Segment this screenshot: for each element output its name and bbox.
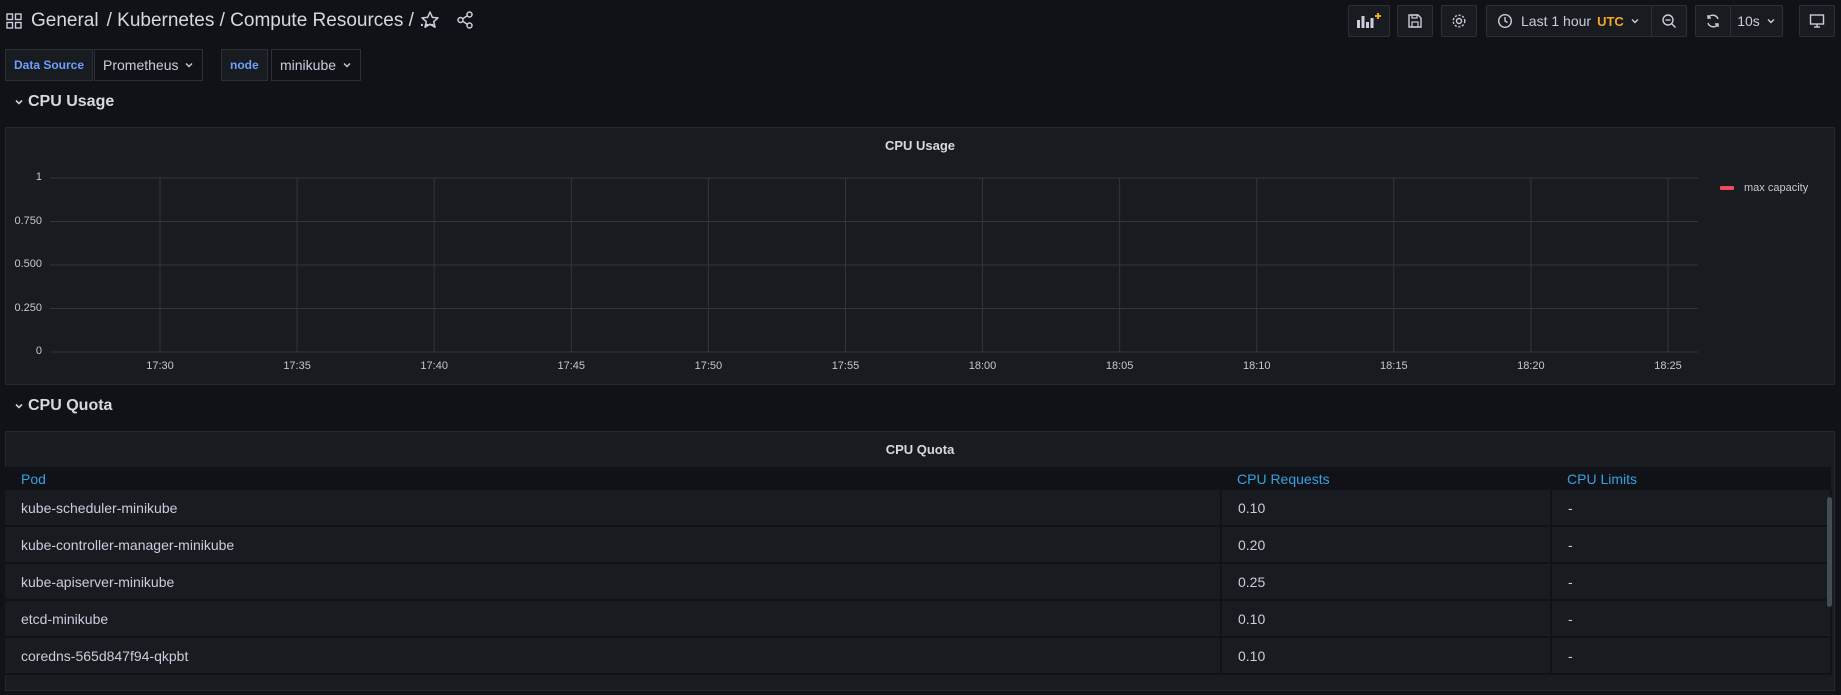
panel-title[interactable]: CPU Quota	[6, 442, 1834, 457]
y-tick-label: 0.500	[14, 258, 42, 270]
x-tick-label: 18:10	[1242, 360, 1271, 372]
table-header-row: Pod CPU Requests CPU Limits	[5, 467, 1831, 490]
table-cell-cpu-limits: -	[1551, 526, 1832, 564]
x-tick-label: 18:25	[1654, 360, 1682, 372]
legend-swatch	[1720, 186, 1734, 190]
y-tick-label: 0	[35, 345, 42, 357]
row-header-cpu-quota[interactable]: CPU Quota	[14, 397, 112, 415]
column-header-cpu-limits[interactable]: CPU Limits	[1551, 467, 1831, 490]
table-cell-pod: kube-controller-manager-minikube	[5, 526, 1222, 564]
table-cell-pod: kube-scheduler-minikube	[5, 490, 1222, 527]
table-scrollbar[interactable]	[1827, 497, 1832, 607]
x-tick-label: 17:35	[283, 360, 311, 372]
cpu-quota-table: Pod CPU Requests CPU Limits kube-schedul…	[5, 467, 1832, 675]
x-tick-label: 17:50	[694, 360, 723, 372]
x-tick-label: 18:05	[1105, 360, 1134, 372]
x-tick-label: 17:40	[420, 360, 448, 372]
x-tick-label: 17:45	[557, 360, 586, 372]
table-cell-cpu-limits: -	[1551, 563, 1832, 601]
chevron-down-icon	[15, 403, 23, 409]
table-row: coredns-565d847f94-qkpbt 0.10 -	[5, 637, 1832, 675]
table-cell-cpu-limits: -	[1551, 600, 1832, 638]
table-row: kube-controller-manager-minikube 0.20 -	[5, 526, 1832, 564]
table-cell-cpu-requests: 0.20	[1221, 526, 1552, 564]
row-title-cpu-quota: CPU Quota	[28, 397, 113, 414]
table-row: kube-apiserver-minikube 0.25 -	[5, 563, 1832, 601]
legend-label: max capacity	[1744, 182, 1809, 194]
x-tick-label: 17:55	[831, 360, 860, 372]
table-cell-cpu-requests: 0.10	[1221, 490, 1552, 527]
y-tick-label: 0.750	[14, 214, 42, 227]
table-cell-cpu-limits: -	[1551, 637, 1832, 675]
y-tick-label: 0.250	[14, 301, 42, 314]
x-tick-label: 17:30	[146, 360, 174, 372]
column-header-cpu-requests[interactable]: CPU Requests	[1221, 467, 1551, 490]
x-tick-label: 18:20	[1517, 360, 1545, 372]
cpu-usage-chart	[50, 177, 1698, 353]
x-tick-label: 18:00	[968, 360, 997, 372]
y-tick-label: 1	[35, 171, 42, 183]
x-tick-label: 18:15	[1380, 360, 1408, 372]
table-cell-pod: kube-apiserver-minikube	[5, 563, 1222, 601]
table-cell-pod: coredns-565d847f94-qkpbt	[5, 637, 1222, 675]
table-cell-pod: etcd-minikube	[5, 600, 1222, 638]
chart-legend[interactable]: max capacity	[1720, 182, 1808, 194]
table-cell-cpu-requests: 0.10	[1221, 637, 1552, 675]
table-cell-cpu-limits: -	[1551, 490, 1832, 527]
column-header-pod[interactable]: Pod	[5, 467, 1221, 490]
table-row: kube-scheduler-minikube 0.10 -	[5, 490, 1832, 527]
table-row: etcd-minikube 0.10 -	[5, 600, 1832, 638]
table-cell-cpu-requests: 0.10	[1221, 600, 1552, 638]
table-cell-cpu-requests: 0.25	[1221, 563, 1552, 601]
